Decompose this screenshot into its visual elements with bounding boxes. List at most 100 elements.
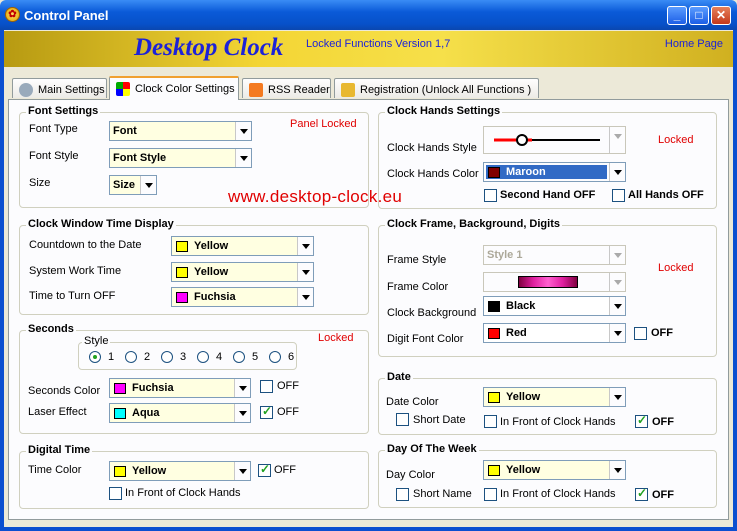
lock-icon (341, 83, 355, 97)
day-off-label: OFF (652, 489, 674, 501)
style-radio-5[interactable] (233, 351, 245, 363)
chevron-down-icon[interactable] (234, 379, 250, 397)
frame-style-label: Frame Style (387, 254, 447, 266)
short-name-label: Short Name (413, 488, 472, 500)
time-in-front-checkbox[interactable] (109, 487, 122, 500)
all-hands-off-checkbox[interactable] (612, 189, 625, 202)
digit-font-color-select[interactable]: Red (483, 323, 626, 343)
system-work-time-select[interactable]: Yellow (171, 262, 314, 282)
time-color-select[interactable]: Yellow (109, 461, 251, 481)
turn-off-value: Fuchsia (194, 291, 236, 303)
chevron-down-icon[interactable] (609, 297, 625, 315)
chevron-down-icon[interactable] (609, 273, 625, 291)
seconds-color-select[interactable]: Fuchsia (109, 378, 251, 398)
turn-off-select[interactable]: Fuchsia (171, 287, 314, 307)
date-in-front-checkbox[interactable] (484, 415, 497, 428)
seconds-color-label: Seconds Color (28, 385, 101, 397)
day-color-select[interactable]: Yellow (483, 460, 626, 480)
laser-off-label: OFF (277, 406, 299, 418)
day-off-checkbox[interactable] (635, 486, 648, 501)
font-style-value: Font Style (113, 152, 167, 164)
time-color-value: Yellow (132, 465, 167, 477)
clock-hands-color-select[interactable]: Maroon (483, 162, 626, 182)
system-work-time-label: System Work Time (29, 265, 122, 277)
chevron-down-icon[interactable] (235, 149, 251, 167)
style-radio-3[interactable] (161, 351, 173, 363)
chevron-down-icon[interactable] (609, 388, 625, 406)
style-radio-label: 4 (216, 351, 223, 363)
style-radio-4[interactable] (197, 351, 209, 363)
frame-style-value: Style 1 (487, 249, 523, 261)
tab-registration[interactable]: Registration (Unlock All Functions ) (334, 78, 539, 98)
frame-color-select[interactable] (483, 272, 626, 292)
clock-window-title: Clock Window Time Display (26, 218, 176, 230)
color-swatch (114, 383, 126, 394)
laser-effect-label: Laser Effect (28, 406, 87, 418)
maximize-button[interactable]: □ (689, 6, 709, 25)
font-type-label: Font Type (29, 123, 78, 135)
clock-hands-color-label: Clock Hands Color (387, 168, 479, 180)
window-border-right (733, 30, 737, 531)
tab-rss-reader[interactable]: RSS Reader (242, 78, 331, 98)
chevron-down-icon[interactable] (609, 127, 625, 153)
chevron-down-icon[interactable] (140, 176, 156, 194)
style-radio-2[interactable] (125, 351, 137, 363)
date-color-label: Date Color (386, 396, 439, 408)
chevron-down-icon[interactable] (297, 263, 313, 281)
short-date-checkbox[interactable] (396, 413, 409, 426)
clock-background-select[interactable]: Black (483, 296, 626, 316)
chevron-down-icon[interactable] (297, 237, 313, 255)
minimize-button[interactable]: _ (667, 6, 687, 25)
laser-effect-select[interactable]: Aqua (109, 403, 251, 423)
chevron-down-icon[interactable] (235, 122, 251, 140)
digit-off-checkbox[interactable] (634, 327, 647, 340)
style-radio-1[interactable] (89, 351, 101, 363)
date-color-select[interactable]: Yellow (483, 387, 626, 407)
clock-hands-style-select[interactable] (483, 126, 626, 154)
seconds-off-checkbox[interactable] (260, 380, 273, 393)
day-in-front-checkbox[interactable] (484, 488, 497, 501)
clock-frame-locked-label: Locked (658, 262, 694, 274)
chevron-down-icon[interactable] (609, 324, 625, 342)
countdown-color-select[interactable]: Yellow (171, 236, 314, 256)
title-bar: ✿ Control Panel _ □ ✕ (0, 0, 737, 30)
close-button[interactable]: ✕ (711, 6, 731, 25)
color-swatch (176, 267, 188, 278)
tab-clock-color-settings[interactable]: Clock Color Settings (109, 76, 239, 100)
chevron-down-icon[interactable] (297, 288, 313, 306)
chevron-down-icon[interactable] (234, 462, 250, 480)
font-style-select[interactable]: Font Style (109, 148, 252, 168)
home-page-link[interactable]: Home Page (665, 38, 723, 50)
short-name-checkbox[interactable] (396, 488, 409, 501)
second-hand-off-checkbox[interactable] (484, 189, 497, 202)
style-radio-6[interactable] (269, 351, 281, 363)
date-color-value: Yellow (506, 391, 541, 403)
time-off-checkbox[interactable] (258, 462, 271, 477)
window-border-bottom (0, 527, 737, 531)
seconds-color-value: Fuchsia (132, 382, 174, 394)
time-off-label: OFF (274, 464, 296, 476)
style-radio-label: 6 (288, 351, 295, 363)
date-off-checkbox[interactable] (635, 413, 648, 428)
font-type-select[interactable]: Font (109, 121, 252, 141)
laser-off-checkbox[interactable] (260, 404, 273, 419)
size-label: Size (29, 177, 51, 189)
chevron-down-icon[interactable] (234, 404, 250, 422)
website-url[interactable]: www.desktop-clock.eu (228, 187, 402, 207)
frame-style-select[interactable]: Style 1 (483, 245, 626, 265)
style-label: Style (82, 335, 111, 347)
chevron-down-icon[interactable] (609, 163, 625, 181)
brand-title: Desktop Clock (134, 34, 284, 61)
size-select[interactable]: Size (109, 175, 157, 195)
style-radio-label: 5 (252, 351, 259, 363)
chevron-down-icon[interactable] (609, 246, 625, 264)
clock-frame-title: Clock Frame, Background, Digits (385, 218, 562, 230)
tab-main-settings[interactable]: Main Settings (12, 78, 107, 98)
app-icon: ✿ (5, 7, 20, 22)
frame-color-label: Frame Color (387, 281, 449, 293)
digit-font-color-value: Red (506, 327, 527, 339)
countdown-label: Countdown to the Date (29, 239, 142, 251)
day-color-value: Yellow (506, 464, 541, 476)
size-value: Size (113, 179, 136, 191)
chevron-down-icon[interactable] (609, 461, 625, 479)
